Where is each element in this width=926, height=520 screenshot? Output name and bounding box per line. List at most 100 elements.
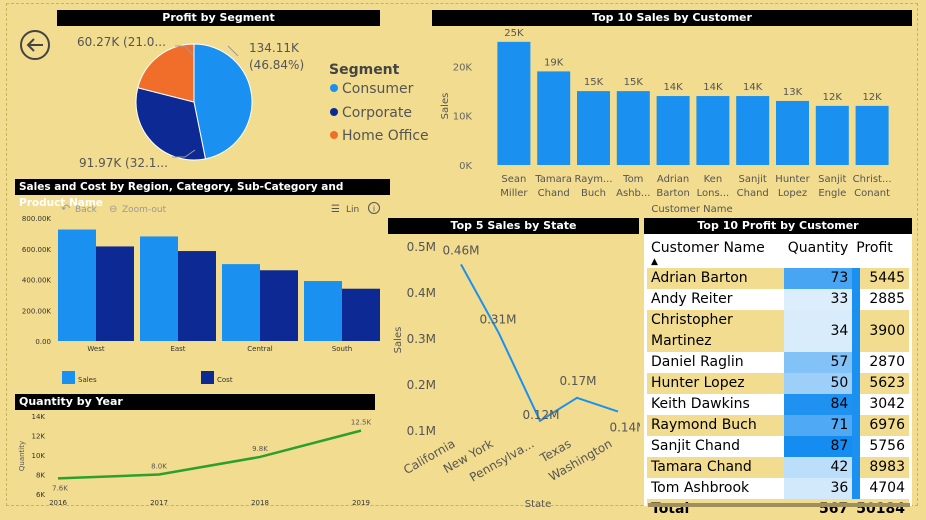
legend-item-consumer[interactable]: Consumer: [330, 81, 414, 97]
table-row[interactable]: Daniel Raglin 57 2870: [647, 352, 909, 373]
y-tick-label: 800.00K: [22, 215, 51, 223]
bar-1[interactable]: [537, 71, 571, 165]
bar-data-label: 14K: [703, 82, 723, 93]
cell-profit: 4704: [852, 478, 909, 499]
bar-9[interactable]: [855, 105, 889, 165]
pie-label-consumer: 134.11K: [249, 41, 300, 55]
y-axis-label: Quantity: [18, 441, 26, 471]
bar-sales-central[interactable]: [222, 264, 260, 341]
profit-table[interactable]: Customer Name ▲ Quantity Profit Adrian B…: [647, 236, 909, 520]
bar-8[interactable]: [815, 105, 849, 165]
bar-cost-central[interactable]: [260, 270, 298, 341]
x-tick-label: 2017: [150, 499, 168, 507]
drill-back-button[interactable]: ↶ Back: [61, 202, 98, 215]
table-row[interactable]: Keith Dawkins 84 3042: [647, 394, 909, 415]
region-bar-chart[interactable]: ↶ Back ⊖ Zoom-out ☰ Lin i 0.00 200.00K 400…: [15, 197, 390, 392]
table-row[interactable]: Hunter Lopez 50 5623: [647, 373, 909, 394]
pie-label-home-office: 60.27K (21.0...: [77, 35, 166, 49]
x-tick-label: Ashb...: [616, 188, 650, 199]
sales-line[interactable]: [460, 263, 619, 423]
cell-quantity: 36: [783, 478, 853, 499]
bar-0[interactable]: [497, 41, 531, 165]
col-header-customer-name[interactable]: Customer Name ▲: [647, 236, 784, 268]
col-header-profit[interactable]: Profit: [852, 236, 909, 268]
segment-pie-chart[interactable]: 60.27K (21.0... 134.11K (46.84%) 91.97K …: [60, 28, 440, 176]
cell-profit: 3042: [852, 394, 909, 415]
x-tick-label: Sanjit: [739, 174, 767, 185]
bar-sales-west[interactable]: [58, 229, 96, 341]
x-tick-label: Chand: [737, 188, 769, 199]
legend-item-corporate[interactable]: Corporate: [330, 105, 412, 121]
y-tick-label: 6K: [36, 491, 45, 499]
point-data-label: 0.14M: [609, 421, 640, 435]
svg-text:Consumer: Consumer: [342, 81, 414, 97]
y-tick-label: 8K: [36, 472, 45, 480]
bar-sales-east[interactable]: [140, 236, 178, 341]
legend-item-home-office[interactable]: Home Office: [330, 128, 429, 144]
state-chart-title: Top 5 Sales by State: [388, 218, 639, 234]
bar-4[interactable]: [656, 96, 690, 165]
cell-profit: 5445: [852, 268, 909, 289]
table-horizontal-scrollbar[interactable]: [648, 503, 910, 507]
cell-quantity: 71: [783, 415, 853, 436]
table-row[interactable]: Sanjit Chand 87 5756: [647, 436, 909, 457]
x-tick-label: Chand: [538, 188, 570, 199]
bar-7[interactable]: [776, 100, 809, 165]
cell-quantity: 57: [783, 352, 853, 373]
bar-cost-east[interactable]: [178, 251, 216, 341]
svg-text:Zoom-out: Zoom-out: [122, 205, 167, 215]
table-row[interactable]: Tamara Chand 42 8983: [647, 457, 909, 478]
svg-text:Cost: Cost: [217, 376, 233, 384]
pie-slice-consumer[interactable]: [193, 43, 253, 160]
top-sales-bar-chart[interactable]: Sales 0K 10K 20K 25K Sean Miller 19K Tamara Cha…: [432, 28, 912, 216]
legend-title: Segment: [329, 62, 400, 78]
x-tick-label: Barton: [656, 188, 689, 199]
bar-2[interactable]: [577, 91, 610, 165]
x-tick-label: Hunter: [775, 174, 810, 185]
bar-data-label: 19K: [544, 57, 564, 68]
cell-quantity: 33: [783, 289, 853, 310]
x-tick-label: Tom: [622, 174, 643, 185]
cell-customer-name: Raymond Buch: [647, 415, 784, 436]
y-tick-label: 0.5M: [407, 240, 436, 254]
table-row[interactable]: Raymond Buch 71 6976: [647, 415, 909, 436]
y-tick-label: 0.1M: [407, 424, 436, 438]
cell-quantity: 42: [783, 457, 853, 478]
table-header-row: Customer Name ▲ Quantity Profit: [647, 236, 909, 268]
quantity-line-chart[interactable]: Quantity 6K 8K 10K 12K 14K 7.6K 2016 8.0K 2017 9…: [15, 410, 390, 509]
legend-item-sales[interactable]: Sales: [62, 371, 97, 384]
y-tick-label: 20K: [453, 62, 473, 73]
cell-customer-name: Tom Ashbrook: [647, 478, 784, 499]
bar-cost-west[interactable]: [96, 246, 134, 341]
table-row[interactable]: Tom Ashbrook 36 4704: [647, 478, 909, 499]
back-button[interactable]: [20, 30, 50, 60]
bar-3[interactable]: [616, 91, 650, 165]
bar-data-label: 12K: [862, 92, 882, 103]
x-tick-label: Tamara: [534, 174, 572, 185]
cell-quantity: 34: [783, 310, 853, 352]
zoom-out-button[interactable]: ⊖ Zoom-out: [109, 204, 167, 215]
x-tick-label: Conant: [854, 188, 890, 199]
table-row[interactable]: Andy Reiter 33 2885: [647, 289, 909, 310]
profit-table-title: Top 10 Profit by Customer: [644, 218, 912, 234]
x-tick-label: Ken: [704, 174, 723, 185]
bar-5[interactable]: [696, 96, 730, 165]
legend-item-cost[interactable]: Cost: [201, 371, 233, 384]
segment-chart-title: Profit by Segment: [57, 10, 380, 26]
state-line-chart[interactable]: Sales 0.5M 0.4M 0.3M 0.2M 0.1M 0.46M 0.31M 0.1…: [388, 234, 640, 509]
bar-6[interactable]: [736, 96, 770, 165]
table-row[interactable]: Christopher Martinez 34 3900: [647, 310, 909, 352]
point-data-label: 0.12M: [522, 408, 559, 422]
info-button[interactable]: i: [368, 202, 380, 214]
table-row[interactable]: Adrian Barton 73 5445: [647, 268, 909, 289]
bar-data-label: 14K: [663, 82, 683, 93]
bar-sales-south[interactable]: [304, 281, 342, 341]
quantity-line[interactable]: [57, 429, 362, 480]
y-tick-label: 0.3M: [407, 332, 436, 346]
linear-scale-button[interactable]: ☰ Lin: [331, 204, 359, 215]
bar-cost-south[interactable]: [342, 288, 380, 341]
x-tick-label: Christ...: [853, 174, 892, 185]
col-header-quantity[interactable]: Quantity: [784, 236, 853, 268]
svg-text:Corporate: Corporate: [342, 105, 412, 121]
x-tick-label: Raym...: [574, 174, 612, 185]
